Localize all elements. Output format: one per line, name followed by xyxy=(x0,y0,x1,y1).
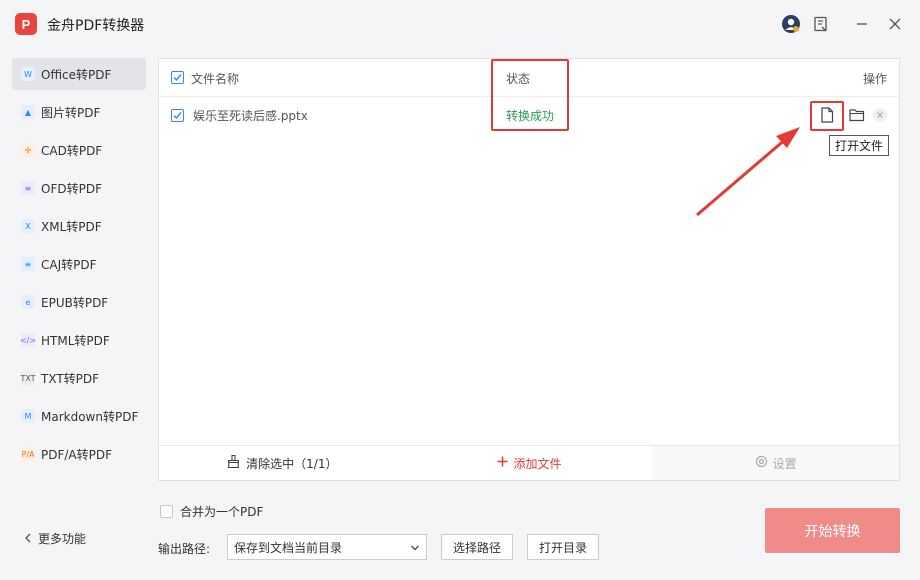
more-features-link[interactable]: 更多功能 xyxy=(24,530,86,547)
file-list-panel: 文件名称 状态 操作 娱乐至死读后感.pptx 转换成功 打开文件 清除选中（1… xyxy=(158,58,900,481)
add-file-label: 添加文件 xyxy=(513,456,562,471)
sidebar-item-word[interactable]: W Office转PDF xyxy=(12,58,146,90)
broom-icon xyxy=(227,454,240,471)
word-icon: W xyxy=(21,67,35,81)
sidebar-item-image[interactable]: ▲ 图片转PDF xyxy=(12,96,146,128)
sidebar: W Office转PDF ▲ 图片转PDF ✛ CAD转PDF ≡ OFD转PDF X XML转P… xyxy=(12,58,146,476)
plus-icon xyxy=(497,456,508,470)
sidebar-item-ofd[interactable]: ≡ OFD转PDF xyxy=(12,172,146,204)
add-file-button[interactable]: 添加文件 xyxy=(406,446,653,480)
clear-selected-button[interactable]: 清除选中（1/1） xyxy=(159,446,406,480)
sidebar-item-html[interactable]: </> HTML转PDF xyxy=(12,324,146,356)
caj-icon: ≡ xyxy=(21,257,35,271)
open-folder-icon[interactable] xyxy=(848,106,866,124)
open-directory-button[interactable]: 打开目录 xyxy=(527,534,599,560)
cad-icon: ✛ xyxy=(21,143,35,157)
sidebar-item-label: PDF/A转PDF xyxy=(41,447,113,462)
settings-button[interactable]: 设置 xyxy=(652,446,900,480)
image-icon: ▲ xyxy=(21,105,35,119)
minimize-icon[interactable] xyxy=(852,14,872,34)
merge-pdf-label: 合并为一个PDF xyxy=(180,505,264,519)
column-header-operations: 操作 xyxy=(862,72,887,86)
sidebar-item-epub[interactable]: e EPUB转PDF xyxy=(12,286,146,318)
select-all-checkbox[interactable] xyxy=(171,71,184,84)
epub-icon: e xyxy=(21,295,35,309)
markdown-icon: M xyxy=(21,409,35,423)
sidebar-item-cad[interactable]: ✛ CAD转PDF xyxy=(12,134,146,166)
chevron-left-icon xyxy=(24,532,32,546)
sidebar-item-label: OFD转PDF xyxy=(41,181,102,196)
panel-footer: 清除选中（1/1） 添加文件 设置 xyxy=(159,445,900,480)
user-avatar-icon[interactable] xyxy=(781,14,801,34)
title-bar: P 金舟PDF转换器 xyxy=(0,0,920,48)
start-convert-button[interactable]: 开始转换 xyxy=(765,508,900,553)
status-highlight-box xyxy=(491,59,569,131)
output-path-value: 保存到文档当前目录 xyxy=(234,540,343,555)
row-checkbox[interactable] xyxy=(171,109,184,122)
sidebar-item-label: Office转PDF xyxy=(41,67,112,82)
feedback-icon[interactable] xyxy=(811,14,831,34)
output-path-select[interactable]: 保存到文档当前目录 xyxy=(227,534,427,560)
sidebar-item-pdfa[interactable]: P/A PDF/A转PDF xyxy=(12,438,146,470)
app-title: 金舟PDF转换器 xyxy=(47,18,145,34)
choose-path-button[interactable]: 选择路径 xyxy=(441,534,513,560)
sidebar-item-label: CAJ转PDF xyxy=(41,257,97,272)
sidebar-item-label: Markdown转PDF xyxy=(41,409,139,424)
sidebar-item-markdown[interactable]: M Markdown转PDF xyxy=(12,400,146,432)
clear-selected-label: 清除选中（1/1） xyxy=(246,456,338,471)
ofd-icon: ≡ xyxy=(21,181,35,195)
sidebar-item-label: 图片转PDF xyxy=(41,105,101,120)
sidebar-item-label: HTML转PDF xyxy=(41,333,110,348)
column-header-name: 文件名称 xyxy=(191,72,240,86)
sidebar-item-xml[interactable]: X XML转PDF xyxy=(12,210,146,242)
sidebar-item-label: CAD转PDF xyxy=(41,143,103,158)
output-path-label: 输出路径: xyxy=(158,542,211,556)
file-name: 娱乐至死读后感.pptx xyxy=(193,109,308,123)
txt-icon: TXT xyxy=(20,371,36,385)
merge-pdf-checkbox[interactable] xyxy=(160,505,173,518)
sidebar-item-txt[interactable]: TXT TXT转PDF xyxy=(12,362,146,394)
app-logo-icon: P xyxy=(15,13,37,35)
sidebar-item-label: EPUB转PDF xyxy=(41,295,109,310)
more-features-label: 更多功能 xyxy=(38,532,87,546)
open-file-highlight-box xyxy=(810,101,844,131)
merge-pdf-option[interactable]: 合并为一个PDF xyxy=(160,503,263,520)
sidebar-item-caj[interactable]: ≡ CAJ转PDF xyxy=(12,248,146,280)
html-icon: </> xyxy=(20,333,36,347)
settings-label: 设置 xyxy=(772,456,797,471)
close-icon[interactable] xyxy=(885,14,905,34)
chevron-down-icon xyxy=(410,542,420,556)
xml-icon: X xyxy=(21,219,35,233)
remove-row-icon[interactable] xyxy=(871,106,889,124)
open-file-tooltip: 打开文件 xyxy=(829,135,890,156)
pdfa-icon: P/A xyxy=(21,447,35,461)
sidebar-item-label: TXT转PDF xyxy=(41,371,100,386)
sidebar-item-label: XML转PDF xyxy=(41,219,102,234)
gear-icon xyxy=(755,455,768,471)
